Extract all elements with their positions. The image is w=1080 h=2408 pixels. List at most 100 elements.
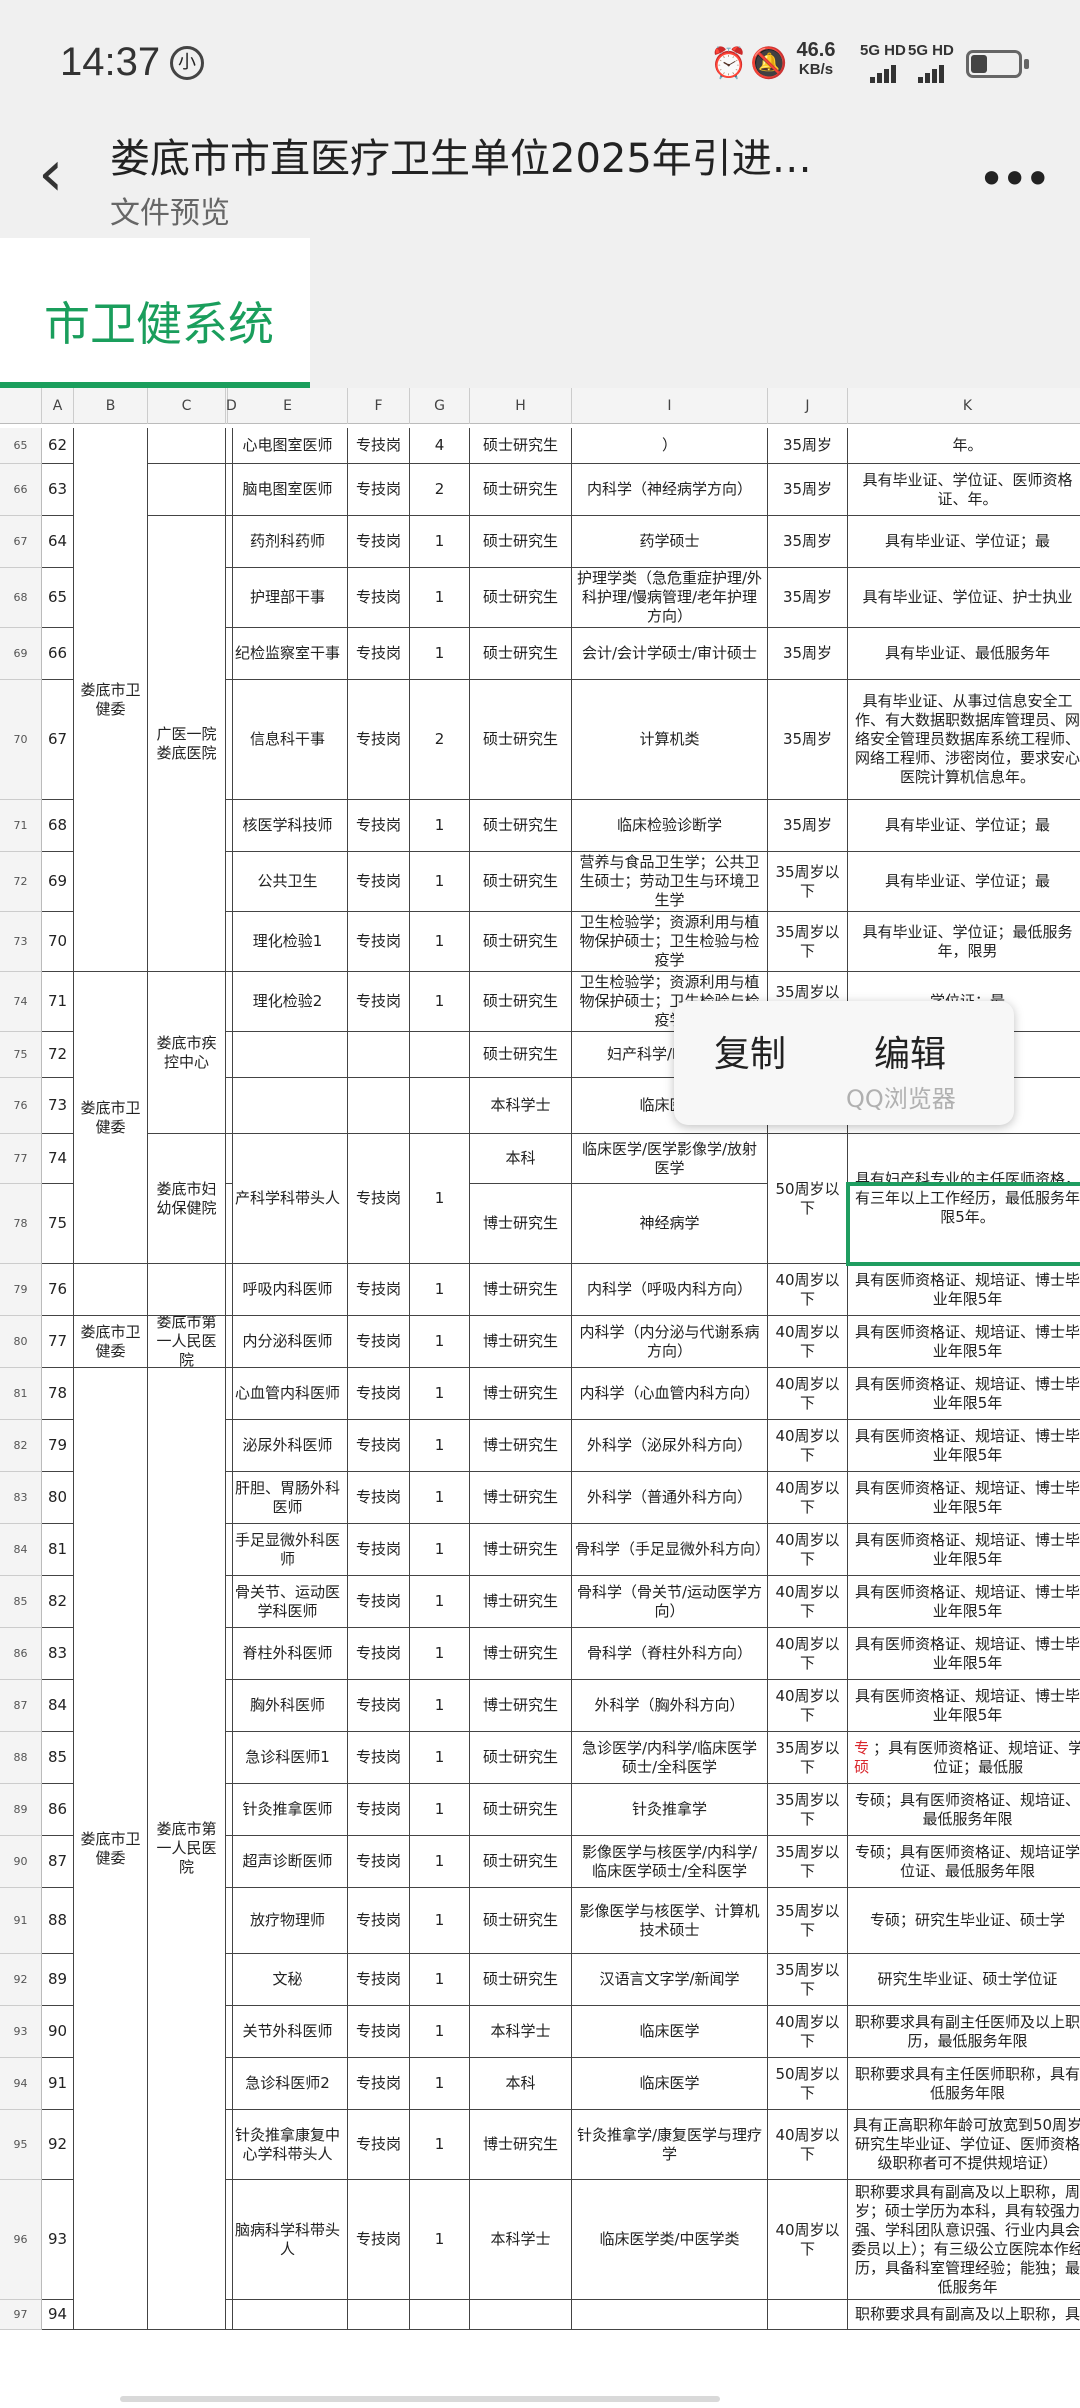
cell-k[interactable]: 具有医师资格证、规培证、博士毕业年限5年	[848, 1472, 1080, 1524]
row-header[interactable]: 70	[0, 680, 42, 800]
cell-k[interactable]: 具有毕业证、学位证；最低服务年，限男	[848, 912, 1080, 972]
cell-e[interactable]: 胸外科医师	[228, 1680, 348, 1732]
cell-a[interactable]: 82	[42, 1576, 74, 1628]
merged-cell-c[interactable]: 娄底市妇幼保健院	[148, 1134, 226, 1264]
cell-g[interactable]: 1	[410, 2180, 470, 2300]
cell-d[interactable]	[226, 1368, 233, 1420]
cell-e[interactable]: 公共卫生	[228, 852, 348, 912]
cell-j[interactable]: 35周岁以下	[768, 852, 848, 912]
cell-h[interactable]: 本科学士	[470, 1078, 572, 1134]
cell-g[interactable]: 1	[410, 800, 470, 852]
cell-i[interactable]: 会计/会计学硕士/审计硕士	[572, 628, 768, 680]
cell-f[interactable]: 专技岗	[348, 1264, 410, 1316]
cell-i[interactable]: 影像医学与核医学/内科学/临床医学硕士/全科医学	[572, 1836, 768, 1888]
cell-a[interactable]: 81	[42, 1524, 74, 1576]
cell-g[interactable]: 1	[410, 1576, 470, 1628]
cell-h[interactable]: 博士研究生	[470, 1524, 572, 1576]
cell-h[interactable]: 博士研究生	[470, 1184, 572, 1264]
cell-f[interactable]: 专技岗	[348, 1316, 410, 1368]
row-header[interactable]: 69	[0, 628, 42, 680]
cell-k[interactable]: 专硕 ；具有医师资格证、规培证、学位证；最低服	[848, 1732, 1080, 1784]
cell-h[interactable]: 博士研究生	[470, 1368, 572, 1420]
cell-a[interactable]: 88	[42, 1888, 74, 1954]
cell-j[interactable]: 35周岁	[768, 516, 848, 568]
row-header[interactable]: 67	[0, 516, 42, 568]
cell-k[interactable]: 具有医师资格证、规培证、博士毕业年限5年	[848, 1524, 1080, 1576]
cell-g[interactable]	[410, 1078, 470, 1134]
cell-j[interactable]: 40周岁以下	[768, 1472, 848, 1524]
cell-f[interactable]: 专技岗	[348, 464, 410, 516]
cell-d[interactable]	[226, 1836, 233, 1888]
cell-h[interactable]: 博士研究生	[470, 1264, 572, 1316]
cell-d[interactable]	[226, 1784, 233, 1836]
row-header[interactable]: 84	[0, 1524, 42, 1576]
cell-d[interactable]	[226, 516, 233, 568]
cell-f[interactable]	[348, 2300, 410, 2330]
cell-i[interactable]: 临床医学/医学影像学/放射医学	[572, 1134, 768, 1184]
cell-j[interactable]: 40周岁以下	[768, 1524, 848, 1576]
cell-f[interactable]: 专技岗	[348, 1628, 410, 1680]
cell-h[interactable]: 硕士研究生	[470, 1784, 572, 1836]
cell-k[interactable]: 具有毕业证、学位证、护士执业	[848, 568, 1080, 628]
cell-d[interactable]	[226, 2180, 233, 2300]
cell-f[interactable]: 专技岗	[348, 680, 410, 800]
cell-a[interactable]: 64	[42, 516, 74, 568]
cell-k[interactable]: 具有毕业证、学位证；最	[848, 516, 1080, 568]
cell-h[interactable]: 博士研究生	[470, 1680, 572, 1732]
cell-c[interactable]	[148, 1264, 226, 1316]
column-header-g[interactable]: G	[410, 388, 470, 424]
cell-i[interactable]: 药学硕士	[572, 516, 768, 568]
cell-g[interactable]: 1	[410, 568, 470, 628]
cell-k[interactable]: 具有毕业证、最低服务年	[848, 628, 1080, 680]
cell-i[interactable]: 神经病学	[572, 1184, 768, 1264]
cell-a[interactable]: 89	[42, 1954, 74, 2006]
cell-j[interactable]: 35周岁以下	[768, 1888, 848, 1954]
cell-d[interactable]	[226, 1732, 233, 1784]
cell-a[interactable]: 69	[42, 852, 74, 912]
cell-e[interactable]: 文秘	[228, 1954, 348, 2006]
column-header-h[interactable]: H	[470, 388, 572, 424]
cell-f[interactable]: 专技岗	[348, 2006, 410, 2058]
cell-e[interactable]: 内分泌科医师	[228, 1316, 348, 1368]
cell-e[interactable]: 关节外科医师	[228, 2006, 348, 2058]
cell-k[interactable]: 具有正高职称年龄可放宽到50周岁研究生毕业证、学位证、医师资格级职称者可不提供规…	[848, 2110, 1080, 2180]
cell-h[interactable]: 本科学士	[470, 2180, 572, 2300]
cell-f[interactable]: 专技岗	[348, 912, 410, 972]
cell-e[interactable]: 信息科干事	[228, 680, 348, 800]
cell-g[interactable]: 1	[410, 1836, 470, 1888]
merged-cell-b[interactable]: 娄底市卫健委	[74, 972, 148, 1264]
cell-h[interactable]: 本科	[470, 1134, 572, 1184]
cell-g[interactable]: 1	[410, 852, 470, 912]
cell-j[interactable]: 35周岁以下	[768, 912, 848, 972]
cell-i[interactable]: 外科学（胸外科方向）	[572, 1680, 768, 1732]
cell-i[interactable]: 内科学（呼吸内科方向）	[572, 1264, 768, 1316]
cell-g[interactable]: 1	[410, 1784, 470, 1836]
spreadsheet-grid[interactable]: ABCDEFGHIJK 65 62 心电图室医师 专技岗 4 硕士研究生） 35周岁 年。 66…	[0, 388, 1080, 2408]
cell-a[interactable]: 74	[42, 1134, 74, 1184]
cell-g[interactable]: 1	[410, 1680, 470, 1732]
cell-j[interactable]: 40周岁以下	[768, 1576, 848, 1628]
cell-i[interactable]: 外科学（泌尿外科方向）	[572, 1420, 768, 1472]
row-header[interactable]: 73	[0, 912, 42, 972]
cell-i[interactable]: 影像医学与核医学、计算机技术硕士	[572, 1888, 768, 1954]
cell-h[interactable]: 博士研究生	[470, 1576, 572, 1628]
cell-j[interactable]: 35周岁以下	[768, 1954, 848, 2006]
cell-f[interactable]: 专技岗	[348, 428, 410, 464]
cell-e[interactable]: 肝胆、胃肠外科医师	[228, 1472, 348, 1524]
cell-a[interactable]: 85	[42, 1732, 74, 1784]
cell-f[interactable]: 专技岗	[348, 1954, 410, 2006]
cell-h[interactable]: 硕士研究生	[470, 1836, 572, 1888]
cell-a[interactable]: 83	[42, 1628, 74, 1680]
cell-h[interactable]: 硕士研究生	[470, 1732, 572, 1784]
cell-h[interactable]: 硕士研究生	[470, 428, 572, 464]
cell-a[interactable]: 66	[42, 628, 74, 680]
cell-d[interactable]	[226, 1420, 233, 1472]
cell-f[interactable]: 专技岗	[348, 1420, 410, 1472]
cell-a[interactable]: 65	[42, 568, 74, 628]
cell-a[interactable]: 73	[42, 1078, 74, 1134]
row-header[interactable]: 78	[0, 1184, 42, 1264]
cell-f[interactable]: 专技岗	[348, 1784, 410, 1836]
cell-g[interactable]: 1	[410, 912, 470, 972]
cell-k[interactable]: 具有毕业证、学位证、医师资格证、年。	[848, 464, 1080, 516]
cell-k[interactable]: 职称要求具有副高及以上职称，周岁；硕士学历为本科，具有较强力强、学科团队意识强、…	[848, 2180, 1080, 2300]
